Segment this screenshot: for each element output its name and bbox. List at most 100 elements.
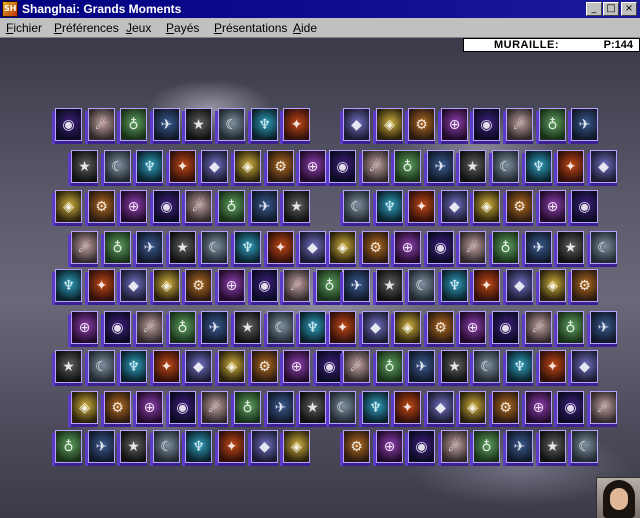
mahjong-tile[interactable]: ♆ (296, 311, 326, 347)
mahjong-tile[interactable]: ⊕ (280, 350, 310, 386)
mahjong-tile[interactable]: ✈ (248, 190, 278, 226)
mahjong-tile[interactable]: ♆ (231, 231, 261, 267)
menu-payes[interactable]: Payés (166, 21, 199, 35)
mahjong-tile[interactable]: ✦ (536, 350, 566, 386)
mahjong-tile[interactable]: ★ (536, 430, 566, 466)
mahjong-tile[interactable]: ◈ (215, 350, 245, 386)
mahjong-tile[interactable]: ☾ (568, 430, 598, 466)
mahjong-tile[interactable]: ◉ (489, 311, 519, 347)
mahjong-tile[interactable]: ⊕ (68, 311, 98, 347)
mahjong-tile[interactable]: ♆ (438, 269, 468, 305)
mahjong-tile[interactable]: ◈ (373, 108, 403, 144)
mahjong-tile[interactable]: ✈ (587, 311, 617, 347)
mahjong-tile[interactable]: ✈ (198, 311, 228, 347)
mahjong-tile[interactable]: ✈ (133, 231, 163, 267)
mahjong-tile[interactable]: ♆ (52, 269, 82, 305)
mahjong-tile[interactable]: ◉ (248, 269, 278, 305)
mahjong-tile[interactable]: ★ (117, 430, 147, 466)
mahjong-tile[interactable]: ☄ (280, 269, 310, 305)
mahjong-tile[interactable]: ◉ (326, 150, 356, 186)
mahjong-tile[interactable]: ⚙ (359, 231, 389, 267)
mahjong-tile[interactable]: ◆ (117, 269, 147, 305)
mahjong-tile[interactable]: ✦ (166, 150, 196, 186)
mahjong-tile[interactable]: ♁ (215, 190, 245, 226)
mahjong-tile[interactable]: ★ (52, 350, 82, 386)
mahjong-tile[interactable]: ♁ (101, 231, 131, 267)
mahjong-tile[interactable]: ☄ (522, 311, 552, 347)
maximize-button[interactable]: □ (603, 2, 619, 16)
mahjong-tile[interactable]: ♆ (522, 150, 552, 186)
mahjong-tile[interactable]: ◈ (470, 190, 500, 226)
close-button[interactable]: × (621, 2, 637, 16)
mahjong-tile[interactable]: ♁ (554, 311, 584, 347)
mahjong-tile[interactable]: ✦ (391, 391, 421, 427)
mahjong-tile[interactable]: ✈ (150, 108, 180, 144)
mahjong-tile[interactable]: ♆ (248, 108, 278, 144)
app-icon[interactable]: SH (2, 1, 18, 17)
mahjong-tile[interactable]: ♁ (373, 350, 403, 386)
mahjong-tile[interactable]: ✦ (150, 350, 180, 386)
mahjong-tile[interactable]: ☄ (133, 311, 163, 347)
mahjong-tile[interactable]: ★ (296, 391, 326, 427)
mahjong-tile[interactable]: ⊕ (522, 391, 552, 427)
mahjong-tile[interactable]: ☾ (215, 108, 245, 144)
mahjong-tile[interactable]: ⚙ (405, 108, 435, 144)
mahjong-tile[interactable]: ☄ (438, 430, 468, 466)
mahjong-tile[interactable]: ◈ (536, 269, 566, 305)
mahjong-tile[interactable]: ☾ (85, 350, 115, 386)
mahjong-tile[interactable]: ⚙ (264, 150, 294, 186)
mahjong-tile[interactable]: ☾ (470, 350, 500, 386)
mahjong-tile[interactable]: ✦ (326, 311, 356, 347)
mahjong-tile[interactable]: ◈ (280, 430, 310, 466)
mahjong-tile[interactable]: ◉ (568, 190, 598, 226)
mahjong-tile[interactable]: ◉ (101, 311, 131, 347)
mahjong-tile[interactable]: ♆ (133, 150, 163, 186)
mahjong-tile[interactable]: ⊕ (373, 430, 403, 466)
mahjong-tile[interactable]: ✈ (340, 269, 370, 305)
mahjong-tile[interactable]: ⚙ (248, 350, 278, 386)
mahjong-tile[interactable]: ✦ (554, 150, 584, 186)
menu-preferences[interactable]: Préférences (54, 21, 119, 35)
mahjong-tile[interactable]: ◆ (198, 150, 228, 186)
mahjong-tile[interactable]: ⊕ (117, 190, 147, 226)
mahjong-tile[interactable]: ☾ (587, 231, 617, 267)
mahjong-tile[interactable]: ◆ (503, 269, 533, 305)
mahjong-tile[interactable]: ♁ (313, 269, 343, 305)
mahjong-tile[interactable]: ☄ (182, 190, 212, 226)
mahjong-tile[interactable]: ♆ (359, 391, 389, 427)
mahjong-tile[interactable]: ★ (438, 350, 468, 386)
mahjong-tile[interactable]: ♁ (117, 108, 147, 144)
mahjong-tile[interactable]: ⊕ (536, 190, 566, 226)
mahjong-tile[interactable]: ☄ (503, 108, 533, 144)
mahjong-tile[interactable]: ♁ (231, 391, 261, 427)
mahjong-tile[interactable]: ☄ (359, 150, 389, 186)
mahjong-tile[interactable]: ☄ (340, 350, 370, 386)
mahjong-tile[interactable]: ☾ (340, 190, 370, 226)
mahjong-tile[interactable]: ⊕ (133, 391, 163, 427)
mahjong-tile[interactable]: ◉ (52, 108, 82, 144)
mahjong-tile[interactable]: ✈ (503, 430, 533, 466)
mahjong-tile[interactable]: ♁ (52, 430, 82, 466)
mahjong-tile[interactable]: ✦ (215, 430, 245, 466)
mahjong-tile[interactable]: ⚙ (85, 190, 115, 226)
mahjong-tile[interactable]: ✈ (522, 231, 552, 267)
mahjong-tile[interactable]: ✦ (280, 108, 310, 144)
mahjong-tile[interactable]: ◆ (340, 108, 370, 144)
mahjong-tile[interactable]: ◆ (438, 190, 468, 226)
mahjong-tile[interactable]: ◆ (296, 231, 326, 267)
mahjong-tile[interactable]: ♁ (536, 108, 566, 144)
mahjong-tile[interactable]: ✦ (405, 190, 435, 226)
mahjong-tile[interactable]: ☄ (68, 231, 98, 267)
mahjong-tile[interactable]: ♆ (373, 190, 403, 226)
mahjong-tile[interactable]: ⊕ (296, 150, 326, 186)
mahjong-tile[interactable]: ☾ (326, 391, 356, 427)
minimize-button[interactable]: _ (586, 2, 602, 16)
mahjong-tile[interactable]: ⚙ (182, 269, 212, 305)
mahjong-tile[interactable]: ◆ (359, 311, 389, 347)
mahjong-tile[interactable]: ☄ (587, 391, 617, 427)
mahjong-tile[interactable]: ☾ (264, 311, 294, 347)
mahjong-tile[interactable]: ⚙ (424, 311, 454, 347)
mahjong-tile[interactable]: ◆ (424, 391, 454, 427)
mahjong-tile[interactable]: ✈ (424, 150, 454, 186)
mahjong-tile[interactable]: ⚙ (568, 269, 598, 305)
